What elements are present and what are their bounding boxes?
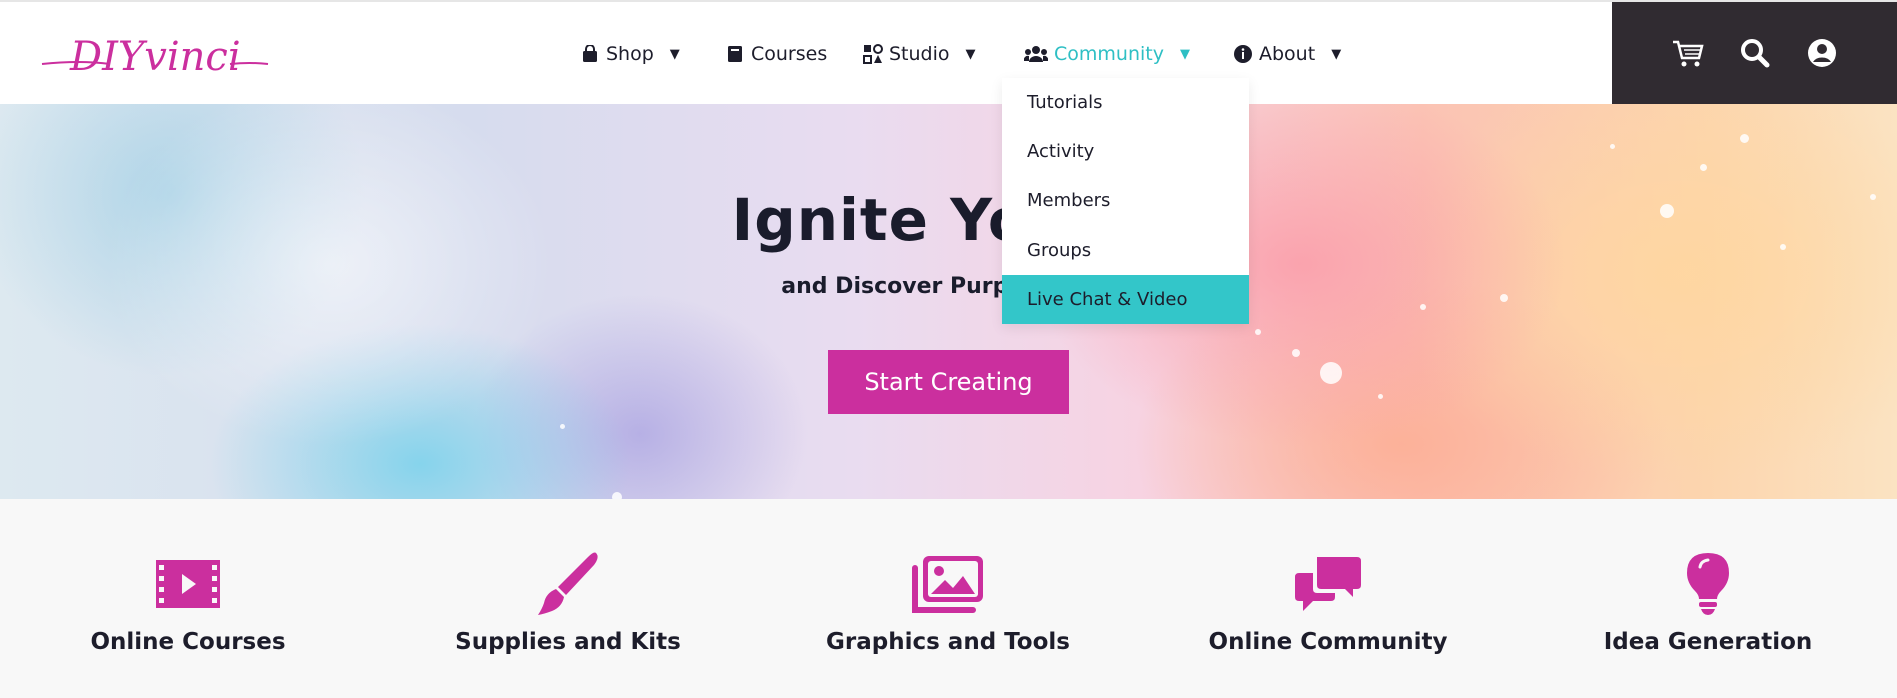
- nav-community-label: Community: [1054, 43, 1164, 65]
- dropdown-item-tutorials[interactable]: Tutorials: [1002, 78, 1249, 127]
- lightbulb-icon: [1668, 547, 1748, 621]
- paint-speck: [1292, 349, 1300, 357]
- info-circle-icon: [1233, 44, 1253, 64]
- start-creating-button[interactable]: Start Creating: [828, 350, 1069, 414]
- paint-speck: [1255, 329, 1261, 335]
- feature-label: Online Courses: [90, 629, 286, 655]
- features-row: Online Courses Supplies and Kits Graphic…: [0, 499, 1897, 698]
- header-actions: [1612, 2, 1897, 104]
- shopping-bag-icon: [580, 44, 600, 64]
- paint-speck: [612, 492, 622, 499]
- hero-subtitle: and Discover Purpose, Hea: [781, 274, 1116, 299]
- feature-label: Supplies and Kits: [455, 629, 681, 655]
- nav-shop-label: Shop: [606, 43, 654, 65]
- users-icon: [1024, 44, 1048, 64]
- video-film-icon: [148, 547, 228, 621]
- chevron-down-icon: ▼: [965, 46, 976, 62]
- feature-label: Idea Generation: [1603, 629, 1813, 655]
- user-account-icon: [1807, 38, 1837, 72]
- book-icon: [725, 44, 745, 64]
- search-icon: [1740, 38, 1770, 72]
- hero-banner: Ignite Your C and Discover Purpose, Hea …: [0, 104, 1897, 499]
- paint-speck: [1420, 304, 1426, 310]
- account-button[interactable]: [1805, 38, 1839, 72]
- feature-online-courses[interactable]: Online Courses: [38, 547, 338, 655]
- nav-studio-label: Studio: [889, 43, 950, 65]
- hero-title: Ignite Your C: [731, 186, 1166, 254]
- feature-label: Graphics and Tools: [826, 629, 1070, 655]
- images-icon: [908, 547, 988, 621]
- nav-about-label: About: [1259, 43, 1316, 65]
- palette-icon: [863, 44, 883, 64]
- feature-supplies-kits[interactable]: Supplies and Kits: [418, 547, 718, 655]
- chevron-down-icon: ▼: [1331, 46, 1342, 62]
- feature-online-community[interactable]: Online Community: [1178, 547, 1478, 655]
- main-nav: Shop ▼ Courses Studio ▼ Community ▼ Abou…: [0, 2, 1610, 104]
- nav-about[interactable]: About ▼: [1233, 40, 1341, 68]
- feature-idea-generation[interactable]: Idea Generation: [1558, 547, 1858, 655]
- nav-courses[interactable]: Courses: [725, 40, 827, 68]
- paint-speck: [1740, 134, 1749, 143]
- paint-speck: [1320, 362, 1342, 384]
- feature-label: Online Community: [1208, 629, 1448, 655]
- paintbrush-icon: [528, 547, 608, 621]
- paint-speck: [1700, 164, 1707, 171]
- dropdown-item-live-chat-video[interactable]: Live Chat & Video: [1002, 275, 1249, 324]
- nav-courses-label: Courses: [751, 43, 828, 65]
- paint-speck: [560, 424, 565, 429]
- dropdown-item-members[interactable]: Members: [1002, 176, 1249, 225]
- nav-shop[interactable]: Shop ▼: [580, 40, 680, 68]
- chevron-down-icon: ▼: [1179, 46, 1190, 62]
- chat-bubbles-icon: [1288, 547, 1368, 621]
- cart-icon: [1671, 38, 1705, 72]
- paint-speck: [1378, 394, 1383, 399]
- paint-speck: [1610, 144, 1615, 149]
- dropdown-item-groups[interactable]: Groups: [1002, 226, 1249, 275]
- cart-button[interactable]: [1671, 38, 1705, 72]
- nav-studio[interactable]: Studio ▼: [863, 40, 976, 68]
- search-button[interactable]: [1738, 38, 1772, 72]
- chevron-down-icon: ▼: [669, 46, 680, 62]
- nav-community[interactable]: Community ▼: [1024, 40, 1190, 68]
- feature-graphics-tools[interactable]: Graphics and Tools: [798, 547, 1098, 655]
- community-dropdown-menu: Tutorials Activity Members Groups Live C…: [1002, 78, 1249, 324]
- dropdown-item-activity[interactable]: Activity: [1002, 127, 1249, 176]
